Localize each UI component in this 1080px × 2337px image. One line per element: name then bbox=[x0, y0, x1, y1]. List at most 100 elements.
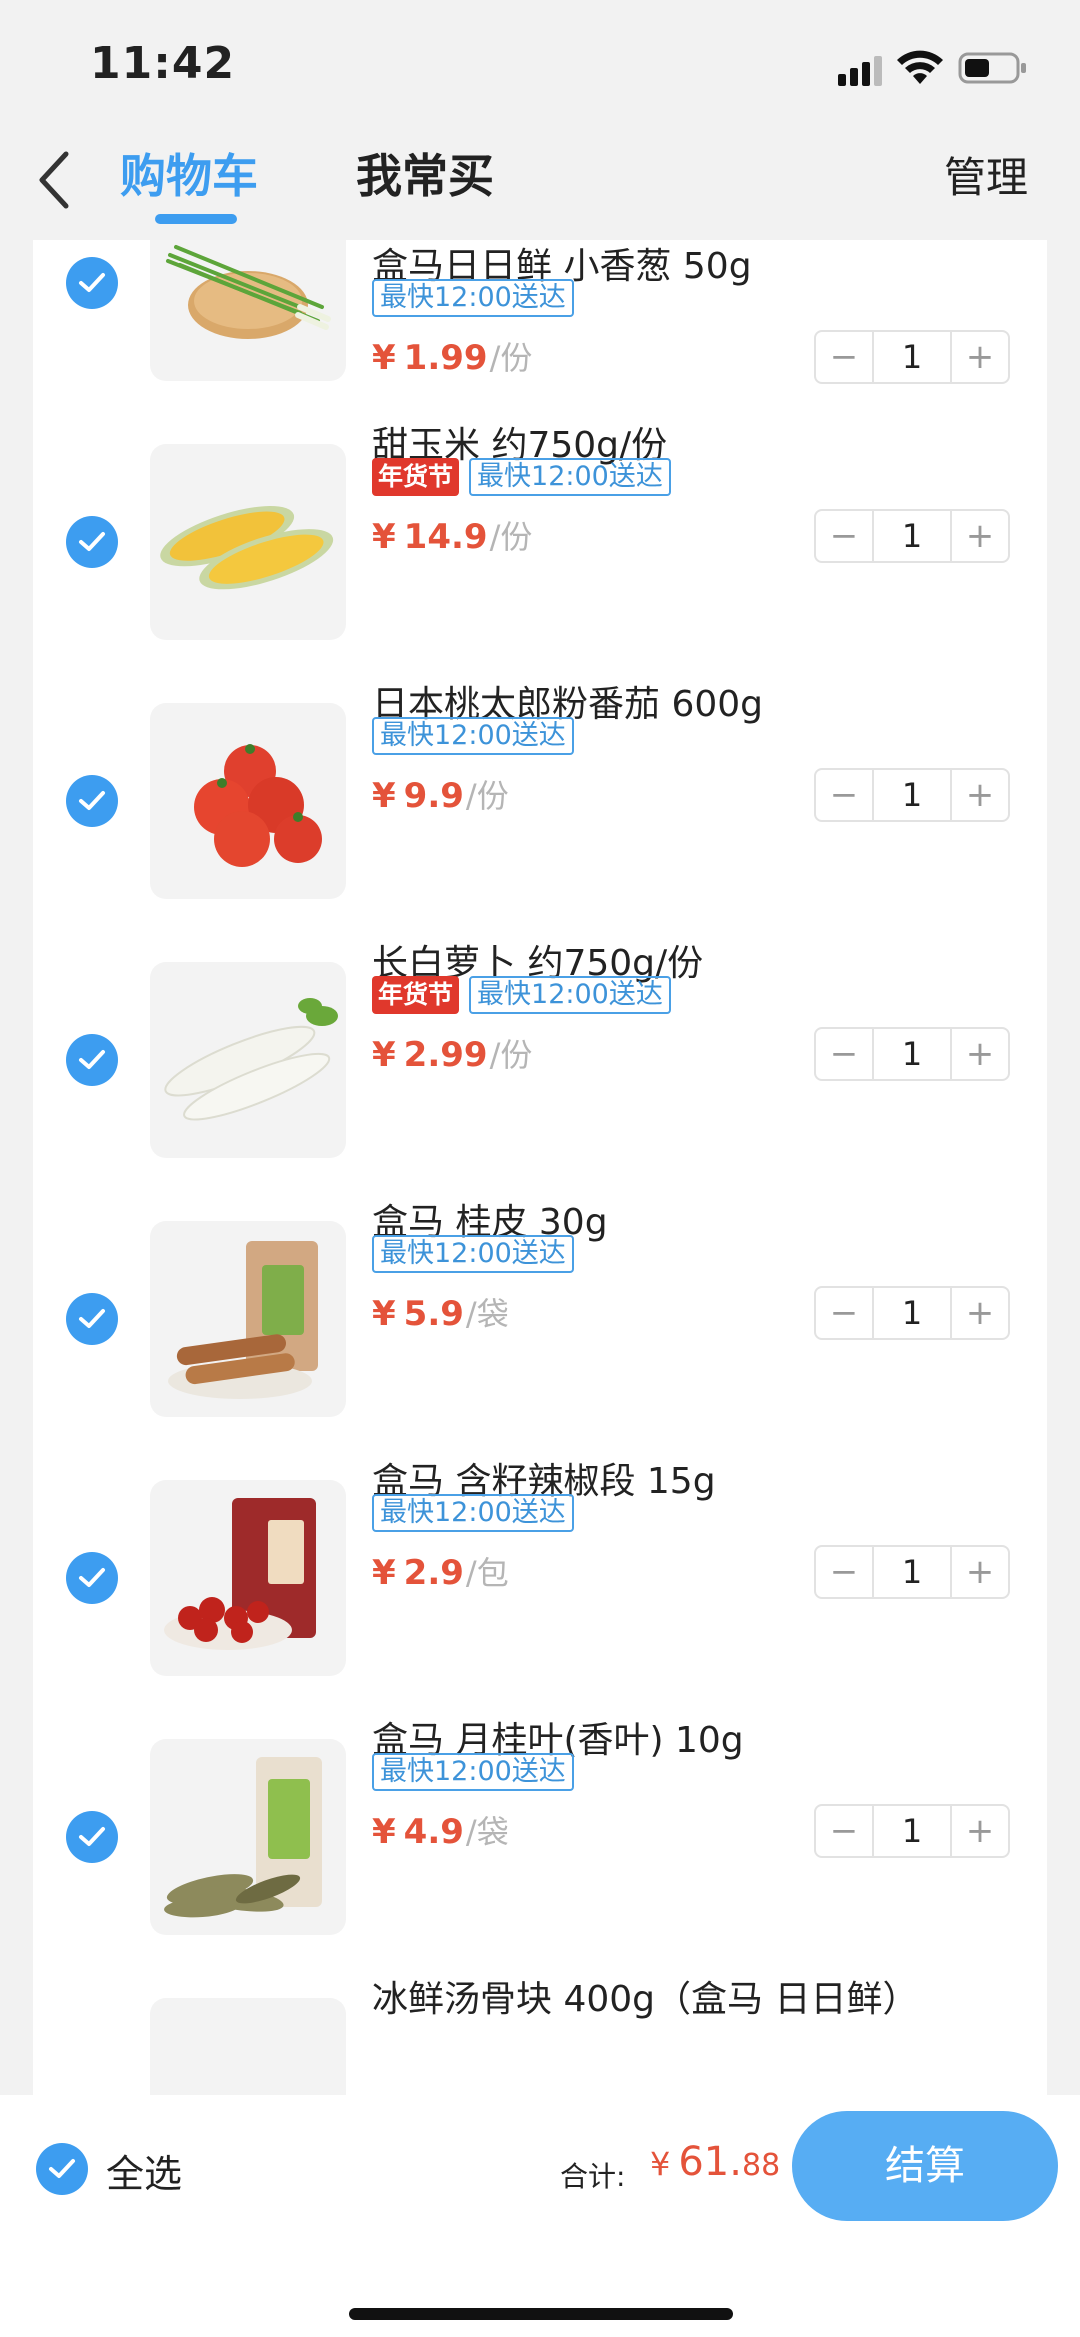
decrease-button[interactable]: − bbox=[816, 1288, 872, 1338]
quantity-stepper: − 1 + bbox=[814, 1545, 1010, 1599]
promo-tag: 年货节 bbox=[372, 458, 460, 496]
active-tab-indicator bbox=[155, 214, 237, 224]
item-checkbox[interactable] bbox=[66, 1034, 118, 1086]
item-checkbox[interactable] bbox=[66, 1293, 118, 1345]
increase-button[interactable]: + bbox=[952, 1029, 1008, 1079]
nav-bar: 购物车 我常买 管理 bbox=[0, 130, 1080, 240]
product-price: ¥2.99/份 bbox=[372, 1030, 532, 1076]
product-price: ¥2.9/包 bbox=[372, 1548, 509, 1594]
product-image-chili[interactable] bbox=[150, 1480, 346, 1676]
checkout-bar: 全选 合计: ¥61.88 结算 bbox=[0, 2095, 1080, 2337]
select-all-label[interactable]: 全选 bbox=[106, 2143, 182, 2198]
status-bar: 11:42 bbox=[0, 0, 1080, 130]
price-currency: ¥ bbox=[372, 338, 396, 378]
total-label: 合计: bbox=[560, 2160, 626, 2193]
tab-frequently-bought[interactable]: 我常买 bbox=[356, 140, 494, 206]
checkmark-icon bbox=[79, 1568, 105, 1587]
checkmark-icon bbox=[79, 791, 105, 810]
increase-button[interactable]: + bbox=[952, 1288, 1008, 1338]
price-unit: /包 bbox=[465, 1554, 509, 1592]
price-unit: /袋 bbox=[465, 1295, 509, 1333]
item-checkbox[interactable] bbox=[66, 257, 118, 309]
product-image-radish[interactable] bbox=[150, 962, 346, 1158]
cart-item: 长白萝卜 约750g/份 年货节 最快12:00送达 ¥2.99/份 − 1 + bbox=[33, 934, 1047, 1193]
product-tags: 年货节 最快12:00送达 bbox=[372, 458, 671, 498]
product-image-soup-bone[interactable] bbox=[150, 1998, 346, 2100]
quantity-value[interactable]: 1 bbox=[872, 511, 952, 561]
delivery-tag: 最快12:00送达 bbox=[372, 717, 574, 755]
quantity-value[interactable]: 1 bbox=[872, 332, 952, 382]
decrease-button[interactable]: − bbox=[816, 770, 872, 820]
quantity-stepper: − 1 + bbox=[814, 768, 1010, 822]
quantity-value[interactable]: 1 bbox=[872, 1806, 952, 1856]
checkmark-icon bbox=[79, 1827, 105, 1846]
increase-button[interactable]: + bbox=[952, 1547, 1008, 1597]
price-value: 5.9 bbox=[403, 1294, 464, 1334]
price-value: 4.9 bbox=[403, 1812, 464, 1852]
checkmark-icon bbox=[79, 1309, 105, 1328]
back-arrow-icon[interactable] bbox=[30, 140, 80, 220]
price-unit: /份 bbox=[465, 777, 509, 815]
product-image-tomato[interactable] bbox=[150, 703, 346, 899]
increase-button[interactable]: + bbox=[952, 332, 1008, 382]
item-checkbox[interactable] bbox=[66, 1811, 118, 1863]
quantity-stepper: − 1 + bbox=[814, 1286, 1010, 1340]
product-tags: 最快12:00送达 bbox=[372, 1494, 574, 1534]
product-image-cinnamon[interactable] bbox=[150, 1221, 346, 1417]
price-currency: ¥ bbox=[372, 776, 396, 816]
checkmark-icon bbox=[79, 1050, 105, 1069]
total-price: ¥61.88 bbox=[650, 2139, 780, 2185]
tab-shopping-cart[interactable]: 购物车 bbox=[120, 140, 258, 206]
item-checkbox[interactable] bbox=[66, 1552, 118, 1604]
delivery-tag: 最快12:00送达 bbox=[469, 976, 671, 1014]
product-price: ¥5.9/袋 bbox=[372, 1289, 509, 1335]
item-checkbox[interactable] bbox=[66, 775, 118, 827]
quantity-value[interactable]: 1 bbox=[872, 1547, 952, 1597]
cart-item: 甜玉米 约750g/份 年货节 最快12:00送达 ¥14.9/份 − 1 + bbox=[33, 416, 1047, 675]
delivery-tag: 最快12:00送达 bbox=[372, 1494, 574, 1532]
price-unit: /袋 bbox=[465, 1813, 509, 1851]
home-indicator bbox=[349, 2308, 733, 2320]
quantity-value[interactable]: 1 bbox=[872, 1029, 952, 1079]
cart-item: 盒马 月桂叶(香叶) 10g 最快12:00送达 ¥4.9/袋 − 1 + bbox=[33, 1711, 1047, 1970]
product-image-corn[interactable] bbox=[150, 444, 346, 640]
quantity-value[interactable]: 1 bbox=[872, 1288, 952, 1338]
product-price: ¥1.99/份 bbox=[372, 333, 532, 379]
price-unit: /份 bbox=[489, 339, 533, 377]
checkmark-icon bbox=[79, 532, 105, 551]
product-tags: 最快12:00送达 bbox=[372, 1235, 574, 1275]
cart-item: 冰鲜汤骨块 400g（盒马 日日鲜） bbox=[33, 1970, 1047, 2100]
cart-item: 盒马 桂皮 30g 最快12:00送达 ¥5.9/袋 − 1 + bbox=[33, 1193, 1047, 1452]
increase-button[interactable]: + bbox=[952, 1806, 1008, 1856]
increase-button[interactable]: + bbox=[952, 770, 1008, 820]
product-image-green-onion[interactable] bbox=[150, 240, 346, 381]
decrease-button[interactable]: − bbox=[816, 1806, 872, 1856]
price-unit: /份 bbox=[489, 518, 533, 556]
item-checkbox[interactable] bbox=[66, 516, 118, 568]
checkout-button[interactable]: 结算 bbox=[792, 2111, 1058, 2221]
quantity-stepper: − 1 + bbox=[814, 509, 1010, 563]
delivery-tag: 最快12:00送达 bbox=[469, 458, 671, 496]
product-price: ¥9.9/份 bbox=[372, 771, 509, 817]
decrease-button[interactable]: − bbox=[816, 511, 872, 561]
checkmark-icon bbox=[79, 273, 105, 292]
manage-button[interactable]: 管理 bbox=[944, 144, 1028, 205]
wifi-icon bbox=[897, 50, 943, 84]
decrease-button[interactable]: − bbox=[816, 1029, 872, 1079]
product-image-bay-leaf[interactable] bbox=[150, 1739, 346, 1935]
quantity-value[interactable]: 1 bbox=[872, 770, 952, 820]
product-tags: 最快12:00送达 bbox=[372, 717, 574, 757]
decrease-button[interactable]: − bbox=[816, 1547, 872, 1597]
product-title[interactable]: 冰鲜汤骨块 400g（盒马 日日鲜） bbox=[372, 1970, 918, 2022]
cart-list: 盒马日日鲜 小香葱 50g 最快12:00送达 ¥1.99/份 − 1 + 甜玉… bbox=[33, 240, 1047, 2100]
delivery-tag: 最快12:00送达 bbox=[372, 279, 574, 317]
price-value: 1.99 bbox=[403, 338, 488, 378]
product-tags: 年货节 最快12:00送达 bbox=[372, 976, 671, 1016]
cart-item: 盒马日日鲜 小香葱 50g 最快12:00送达 ¥1.99/份 − 1 + bbox=[33, 240, 1047, 416]
select-all-checkbox[interactable] bbox=[36, 2143, 88, 2195]
status-time: 11:42 bbox=[90, 38, 236, 89]
decrease-button[interactable]: − bbox=[816, 332, 872, 382]
product-price: ¥4.9/袋 bbox=[372, 1807, 509, 1853]
increase-button[interactable]: + bbox=[952, 511, 1008, 561]
price-unit: /份 bbox=[489, 1036, 533, 1074]
